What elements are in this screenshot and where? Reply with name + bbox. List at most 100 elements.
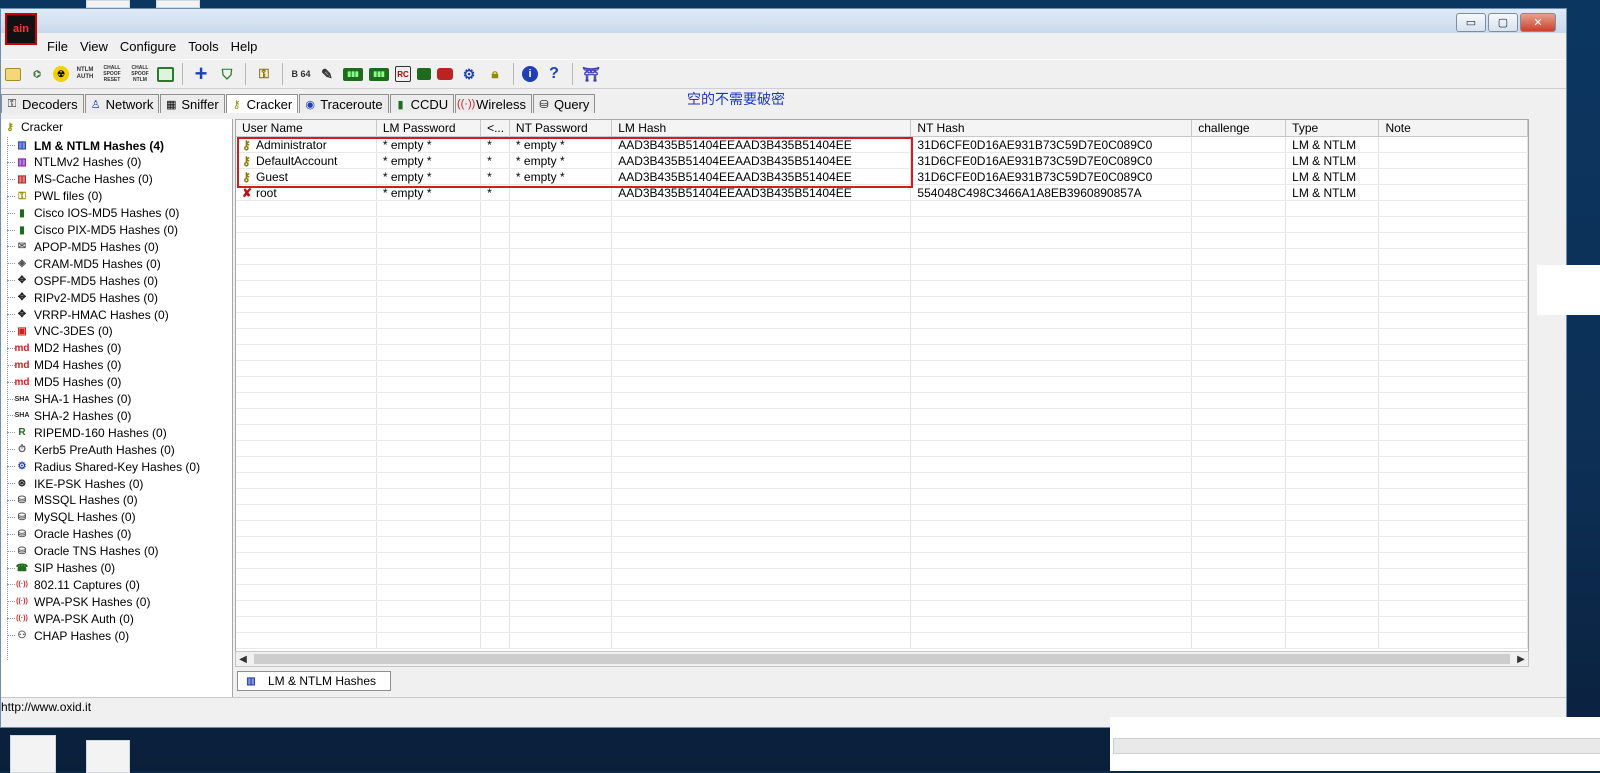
maximize-button[interactable]: ▢ [1488,13,1518,32]
tree-item[interactable]: ⚇ CHAP Hashes (0) [6,627,129,644]
table-row[interactable]: ⚷ Administrator * empty * * * empty * AAD3B43… [236,136,1528,153]
col-user-name[interactable]: User Name [236,120,377,137]
table-row[interactable] [236,568,1528,585]
table-row[interactable] [236,520,1528,537]
table-row[interactable] [236,440,1528,457]
tree-item[interactable]: ▮ Cisco IOS-MD5 Hashes (0) [6,205,179,222]
menu-view[interactable]: View [80,39,108,54]
tree-item[interactable]: SHA SHA-2 Hashes (0) [6,407,131,424]
mac2-icon[interactable]: ▮▮▮ [369,67,389,81]
tab-ccdu[interactable]: ▮ CCDU [389,94,455,113]
scroll-left-icon[interactable]: ◀ [236,654,250,665]
table-row[interactable] [236,632,1528,649]
table-row[interactable] [236,296,1528,313]
tree-item[interactable]: ⛁ Oracle TNS Hashes (0) [6,543,158,560]
table-row[interactable] [236,552,1528,569]
table-row[interactable] [236,376,1528,393]
exit-icon[interactable]: ⛩ [581,64,601,84]
close-button[interactable]: ✕ [1520,13,1556,32]
desktop-icon[interactable] [10,735,56,773]
table-row[interactable] [236,584,1528,601]
tree-item[interactable]: ⛁ MSSQL Hashes (0) [7,492,138,509]
title-bar[interactable] [1,9,1566,33]
tab-cracker[interactable]: ⚷ Cracker [225,94,299,113]
tree-item[interactable]: ▥ LM & NTLM Hashes (4) [6,137,164,154]
table-row[interactable] [236,408,1528,425]
tree-item[interactable]: md MD5 Hashes (0) [6,374,121,391]
tree-item[interactable]: ▣ VNC-3DES (0) [7,323,113,340]
monitor-icon[interactable] [157,66,174,82]
remove-icon[interactable]: ⛉ [217,64,237,84]
table-row[interactable] [236,504,1528,521]
tree-item[interactable]: md MD4 Hashes (0) [6,357,121,374]
lock-icon[interactable]: 🔒︎ [485,64,505,84]
desktop-icon[interactable] [86,740,130,773]
tree-item[interactable]: ☎ SIP Hashes (0) [6,560,115,577]
tree-root[interactable]: ⚷ Cracker [3,120,63,134]
chall-spoof-reset-icon[interactable]: CHALL SPOOF RESET [101,64,123,84]
table-row[interactable] [236,344,1528,361]
tab-decoders[interactable]: ⚿ Decoders [1,94,84,113]
col-lm-password[interactable]: LM Password [376,120,482,137]
table-row[interactable] [236,280,1528,297]
app-logo-icon[interactable]: ain [5,13,37,45]
tab-traceroute[interactable]: ◉ Traceroute [299,94,389,113]
radiation-icon[interactable]: ☢ [53,66,69,82]
chall-spoof-ntlm-icon[interactable]: CHALL SPOOF NTLM [129,64,151,84]
col-nt-hash[interactable]: NT Hash [910,120,1193,137]
help-icon[interactable]: ? [544,64,564,84]
col-lm-lt8[interactable]: <... [480,120,510,137]
table-row[interactable] [236,200,1528,217]
tree-item[interactable]: ▮ Cisco PIX-MD5 Hashes (0) [6,222,178,239]
tree-item[interactable]: ▥ NTLMv2 Hashes (0) [6,154,141,171]
tree-item[interactable]: ✥ RIPv2-MD5 Hashes (0) [6,289,158,306]
table-row[interactable] [236,264,1528,281]
table-row[interactable] [236,392,1528,409]
base64-icon[interactable]: B 64 [291,64,311,84]
tree-item[interactable]: ((·)) WPA-PSK Auth (0) [7,610,134,627]
table-row[interactable] [236,600,1528,617]
table-row[interactable] [236,328,1528,345]
table-row[interactable] [236,456,1528,473]
col-lm-hash[interactable]: LM Hash [611,120,912,137]
table-row[interactable] [236,424,1528,441]
table-row[interactable] [236,360,1528,377]
tree-item[interactable]: ⚙ Radius Shared-Key Hashes (0) [6,458,200,475]
db-icon[interactable] [437,68,453,80]
tree-item[interactable]: ((·)) WPA-PSK Hashes (0) [6,593,150,610]
scroll-right-icon[interactable]: ▶ [1514,654,1528,665]
mac-icon[interactable]: ▮▮▮ [343,67,363,81]
tree-item[interactable]: ⛁ MySQL Hashes (0) [7,509,136,526]
table-row[interactable] [236,472,1528,489]
table-row[interactable] [236,232,1528,249]
tree-item[interactable]: ▥ MS-Cache Hashes (0) [7,171,153,188]
menu-file[interactable]: File [47,39,68,54]
desktop-icon[interactable] [156,0,200,8]
tab-query[interactable]: ⛁ Query [532,94,596,113]
network-icon[interactable]: ⌬ [27,64,47,84]
tree-item[interactable]: ✥ OSPF-MD5 Hashes (0) [6,272,158,289]
ntlm-auth-icon[interactable]: NTLM AUTH [75,64,95,84]
info-icon[interactable]: i [522,66,538,82]
rc-icon[interactable]: RC [395,66,411,82]
tab-wireless[interactable]: ((·)) Wireless [455,94,532,113]
menu-configure[interactable]: Configure [120,39,176,54]
scroll-thumb[interactable] [254,654,1510,664]
table-row[interactable]: ⚷ Guest * empty * * * empty * AAD3B435B51404E… [236,168,1528,185]
background-scrollbar[interactable] [1113,738,1600,754]
table-row[interactable] [236,616,1528,633]
col-challenge[interactable]: challenge [1191,120,1287,137]
table-row[interactable] [236,312,1528,329]
col-type[interactable]: Type [1285,120,1380,137]
open-icon[interactable] [5,67,21,81]
hash-calc-icon[interactable]: ✎ [317,64,337,84]
tree-item[interactable]: ((·)) 802.11 Captures (0) [7,576,140,593]
minimize-button[interactable]: ▭ [1456,13,1486,32]
col-note[interactable]: Note [1378,120,1528,137]
table-row[interactable] [236,536,1528,553]
col-nt-password[interactable]: NT Password [509,120,613,137]
tree-item[interactable]: ⊛ IKE-PSK Hashes (0) [6,475,143,492]
desktop-icon[interactable] [86,0,130,8]
tree-item[interactable]: ◈ CRAM-MD5 Hashes (0) [7,255,161,272]
table-row[interactable] [236,488,1528,505]
